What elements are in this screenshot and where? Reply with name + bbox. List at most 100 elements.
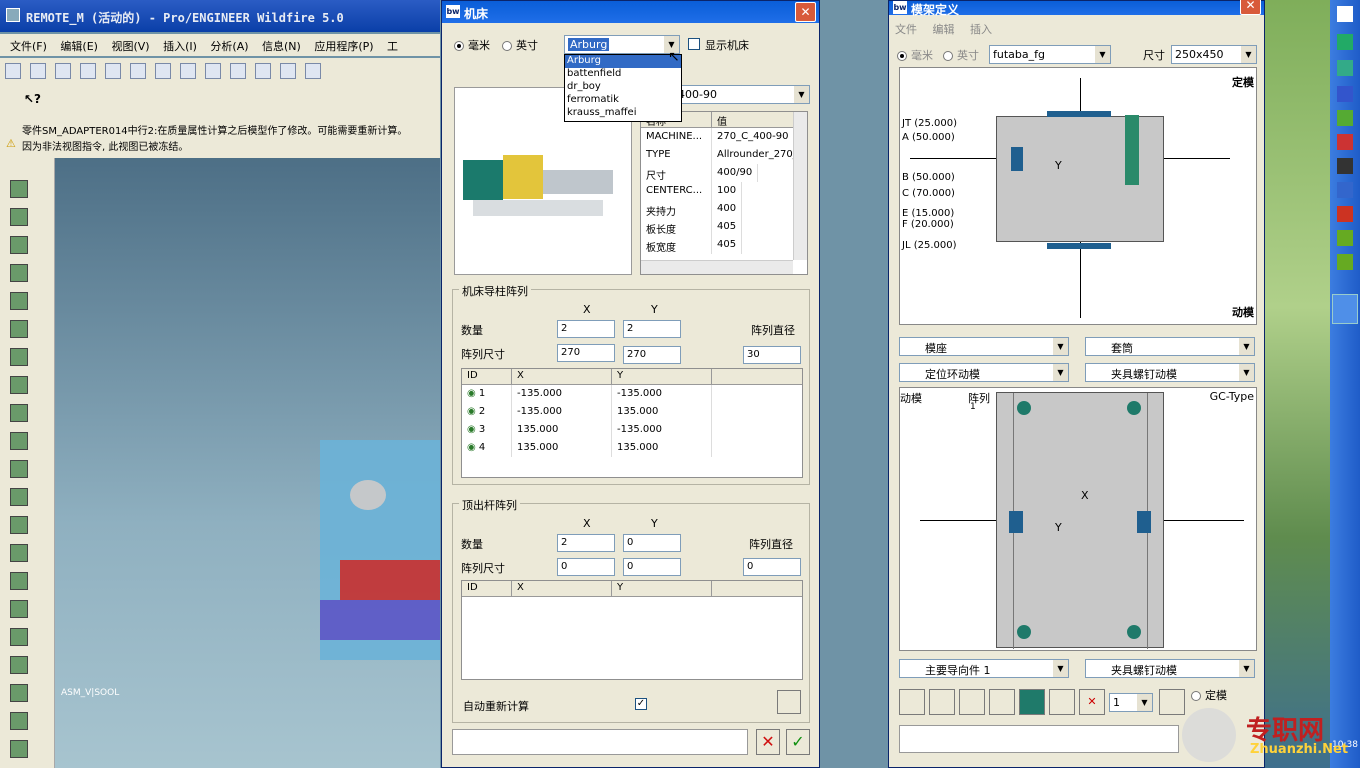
table-row[interactable]: ◉ 4 135.000 135.000 (462, 439, 802, 457)
quantity-x-field[interactable]: 2 (557, 320, 615, 338)
tray-icon[interactable] (1337, 206, 1353, 222)
table-settings-button[interactable] (777, 690, 801, 714)
feature-tool-icon[interactable] (10, 180, 28, 198)
show-machine-checkbox[interactable] (688, 38, 700, 50)
column-header[interactable]: ID (462, 581, 512, 596)
column-header[interactable]: Y (612, 369, 712, 384)
feature-tool-icon[interactable] (10, 432, 28, 450)
menu-applications[interactable]: 应用程序(P) (304, 34, 373, 54)
menu-insert[interactable]: 插入 (970, 23, 992, 36)
table-row[interactable]: 板宽度 405 (641, 236, 807, 254)
print-icon[interactable] (80, 63, 96, 79)
feature-tool-icon[interactable] (10, 544, 28, 562)
chevron-down-icon[interactable]: ▼ (1239, 660, 1254, 677)
table-row[interactable]: ◉ 2 -135.000 135.000 (462, 403, 802, 421)
feature-tool-icon[interactable] (10, 208, 28, 226)
count-select[interactable]: 1 ▼ (1109, 693, 1153, 712)
column-header[interactable]: ID (462, 369, 512, 384)
machine-model-select[interactable]: 400-90 ▼ (674, 85, 810, 104)
diameter-field[interactable]: 0 (743, 558, 801, 576)
size-x-field[interactable]: 0 (557, 558, 615, 576)
column-header[interactable]: X (512, 581, 612, 596)
plate-tool-icon[interactable] (929, 689, 955, 715)
close-button[interactable]: ✕ (795, 2, 816, 22)
tray-icon[interactable] (1337, 182, 1353, 198)
feature-tool-icon[interactable] (10, 600, 28, 618)
feature-tool-icon[interactable] (10, 236, 28, 254)
feature-tool-icon[interactable] (10, 488, 28, 506)
close-button[interactable]: ✕ (1240, 0, 1261, 15)
auto-recalc-checkbox[interactable]: ✓ (635, 698, 647, 710)
menu-file[interactable]: 文件(F) (0, 34, 47, 54)
unit-mm-radio[interactable]: 毫米 (454, 37, 490, 53)
tray-icon[interactable] (1337, 86, 1353, 102)
tray-icon[interactable] (1337, 34, 1353, 50)
machine-maker-select[interactable]: Arburg ▼ (564, 35, 680, 54)
vertical-scrollbar[interactable] (793, 112, 807, 260)
quantity-y-field[interactable]: 2 (623, 320, 681, 338)
tray-icon[interactable] (1337, 134, 1353, 150)
feature-tool-icon[interactable] (10, 460, 28, 478)
tray-icon[interactable] (1337, 254, 1353, 270)
chevron-down-icon[interactable]: ▼ (1095, 46, 1110, 63)
copy-icon[interactable] (230, 63, 246, 79)
feature-tool-icon[interactable] (10, 348, 28, 366)
tray-icon[interactable] (1337, 110, 1353, 126)
plate-tool-icon[interactable] (899, 689, 925, 715)
unit-mm-radio[interactable]: 毫米 (897, 47, 933, 63)
horizontal-scrollbar[interactable] (641, 260, 793, 274)
menu-edit[interactable]: 编辑(E) (50, 34, 98, 54)
cancel-button[interactable]: ✕ (756, 729, 780, 755)
unit-inch-radio[interactable]: 英寸 (943, 47, 979, 63)
table-row[interactable]: ◉ 1 -135.000 -135.000 (462, 385, 802, 403)
main-guide-select[interactable]: 主要导向件 1 ▼ (899, 659, 1069, 678)
help-pointer-icon[interactable]: ↖? (24, 92, 41, 108)
open-folder-icon[interactable] (30, 63, 46, 79)
mold-plan-view[interactable]: 动模 阵列 1 GC-Type X Y (899, 387, 1257, 651)
column-header[interactable]: Y (612, 581, 712, 596)
table-row[interactable]: MACHINE... 270_C_400-90 (641, 128, 807, 146)
plate-tool-icon[interactable] (1049, 689, 1075, 715)
feature-tool-icon[interactable] (10, 404, 28, 422)
clamp-screw-select[interactable]: 夹具螺钉动模 ▼ (1085, 363, 1255, 382)
dropdown-option[interactable]: Arburg (565, 55, 681, 68)
sleeve-select[interactable]: 套筒 ▼ (1085, 337, 1255, 356)
dropdown-option[interactable]: dr_boy (565, 81, 681, 94)
chevron-down-icon[interactable]: ▼ (1241, 46, 1256, 63)
cut-icon[interactable] (205, 63, 221, 79)
redo-icon[interactable] (180, 63, 196, 79)
eye-icon[interactable]: ◉ (467, 388, 476, 399)
dropdown-option[interactable]: krauss_maffei (565, 107, 681, 120)
quantity-x-field[interactable]: 2 (557, 534, 615, 552)
delete-plate-icon[interactable]: ✕ (1079, 689, 1105, 715)
email-icon[interactable] (105, 63, 121, 79)
table-row[interactable]: TYPE Allrounder_270_ (641, 146, 807, 164)
feature-tool-icon[interactable] (10, 628, 28, 646)
chevron-down-icon[interactable]: ▼ (1239, 364, 1254, 381)
tray-icon[interactable] (1337, 60, 1353, 76)
menu-info[interactable]: 信息(N) (252, 34, 301, 54)
chevron-down-icon[interactable]: ▼ (1239, 338, 1254, 355)
table-row[interactable]: 尺寸 400/90 (641, 164, 807, 182)
locating-ring-select[interactable]: 定位环动模 ▼ (899, 363, 1069, 382)
dropdown-option[interactable]: battenfield (565, 68, 681, 81)
table-row[interactable]: CENTERC... 100 (641, 182, 807, 200)
unit-inch-radio[interactable]: 英寸 (502, 37, 538, 53)
tray-icon[interactable] (1337, 6, 1353, 22)
fixed-half-radio[interactable]: 定模 (1191, 687, 1227, 703)
feature-tool-icon[interactable] (10, 320, 28, 338)
feature-tool-icon[interactable] (10, 264, 28, 282)
tray-icon[interactable] (1337, 230, 1353, 246)
column-header[interactable]: 值 (712, 112, 794, 128)
menu-file[interactable]: 文件 (895, 23, 917, 36)
quantity-y-field[interactable]: 0 (623, 534, 681, 552)
diameter-field[interactable]: 30 (743, 346, 801, 364)
feature-tool-icon[interactable] (10, 376, 28, 394)
eye-icon[interactable]: ◉ (467, 406, 476, 417)
vendor-select[interactable]: futaba_fg ▼ (989, 45, 1111, 64)
menu-tools[interactable]: 工 (377, 34, 398, 54)
feature-tool-icon[interactable] (10, 684, 28, 702)
mold-side-view[interactable]: 定模 动模 JT (25.000) A (50.000) B (50.000) … (899, 67, 1257, 325)
feature-tool-icon[interactable] (10, 572, 28, 590)
size-select[interactable]: 250x450 ▼ (1171, 45, 1257, 64)
